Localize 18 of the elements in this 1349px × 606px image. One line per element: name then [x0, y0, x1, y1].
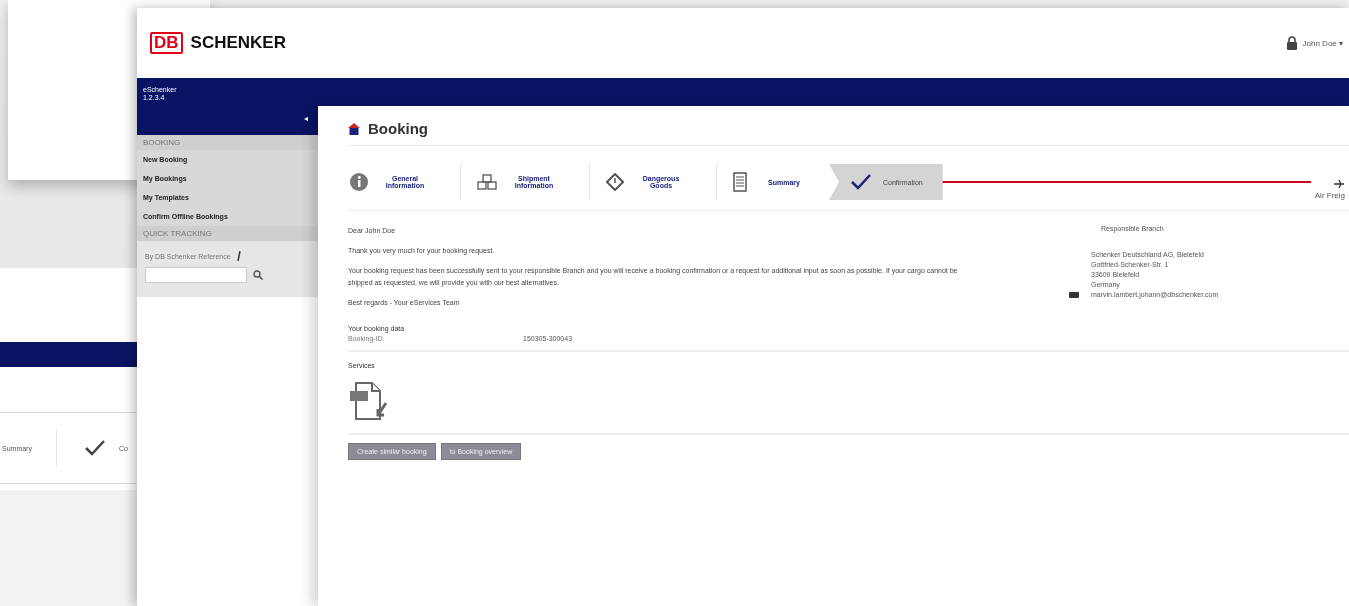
search-icon[interactable]	[253, 270, 263, 280]
user-menu[interactable]: John Doe ▾	[1302, 38, 1343, 48]
logo-text: SCHENKER	[190, 33, 286, 53]
mode-label: Air Freig	[1314, 190, 1345, 200]
section-title: QUICK TRACKING	[137, 226, 318, 241]
boxes-icon	[477, 174, 497, 190]
collapse-button[interactable]: ◂	[304, 114, 308, 123]
section-title: BOOKING	[137, 135, 318, 150]
diamond-icon	[606, 173, 624, 191]
envelope-icon	[1069, 292, 1079, 298]
checkmark-icon	[84, 440, 105, 456]
logo-mark: DB	[150, 32, 183, 54]
house-icon	[348, 122, 360, 135]
document-icon	[733, 172, 747, 192]
checkmark-icon	[851, 174, 871, 190]
lock-icon	[1285, 36, 1298, 50]
tracking-input[interactable]	[145, 267, 247, 283]
page-title: Booking	[368, 120, 428, 137]
